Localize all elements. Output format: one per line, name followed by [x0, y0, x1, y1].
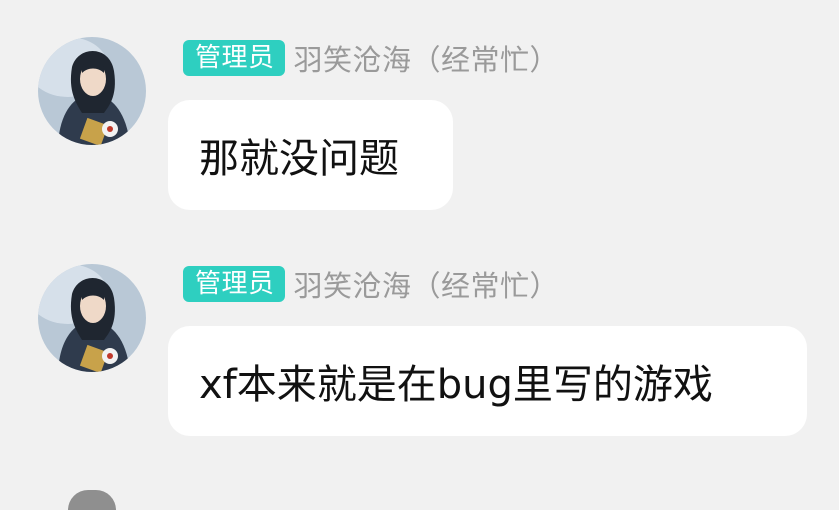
avatar[interactable] [38, 264, 146, 372]
message-header: 管理员 羽笑沧海（经常忙） [183, 39, 559, 77]
admin-badge: 管理员 [183, 40, 285, 76]
avatar[interactable] [38, 37, 146, 145]
message-text: xf本来就是在bug里写的游戏 [199, 362, 713, 408]
message-text: 那就没问题 [199, 136, 399, 182]
sender-name[interactable]: 羽笑沧海（经常忙） [294, 37, 560, 79]
sender-name[interactable]: 羽笑沧海（经常忙） [294, 263, 560, 305]
avatar-image [38, 264, 146, 372]
message-bubble[interactable]: xf本来就是在bug里写的游戏 [168, 326, 807, 436]
message-bubble[interactable]: 那就没问题 [168, 100, 453, 210]
message-header: 管理员 羽笑沧海（经常忙） [183, 265, 559, 303]
admin-badge: 管理员 [183, 266, 285, 302]
avatar-image [38, 37, 146, 145]
avatar[interactable] [68, 490, 116, 510]
chat-message-partial [0, 486, 839, 510]
